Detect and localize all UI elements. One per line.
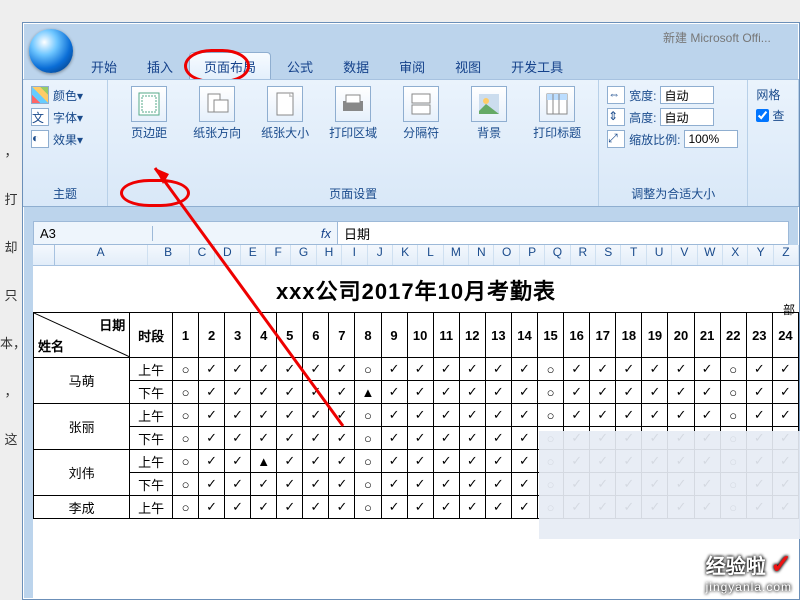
gridlines-title: 网格	[756, 84, 790, 105]
tab-formulas[interactable]: 公式	[273, 53, 327, 79]
print-titles-button[interactable]: 打印标题	[528, 86, 586, 141]
fx-label[interactable]: fx	[153, 226, 337, 241]
theme-effects[interactable]: ◐效果▾	[31, 128, 99, 150]
margins-icon	[131, 86, 167, 122]
tab-insert[interactable]: 插入	[133, 53, 187, 79]
group-theme: 颜色▾ 文字体▾ ◐效果▾ 主题	[23, 80, 108, 206]
excel-window: 新建 Microsoft Offi... 开始 插入 页面布局 公式 数据 审阅…	[22, 22, 800, 600]
scale-icon: ⤢	[607, 130, 625, 148]
col-B[interactable]: B	[148, 245, 190, 265]
blur-overlay	[539, 431, 800, 539]
window-title: 新建 Microsoft Offi...	[663, 29, 771, 46]
sheet-subtitle-right: 部	[783, 301, 795, 318]
group-label-theme: 主题	[31, 183, 99, 204]
ribbon: 颜色▾ 文字体▾ ◐效果▾ 主题 页边距 纸张方向 纸张大小 打印区域 分隔符 …	[23, 79, 799, 207]
scale-input[interactable]	[684, 130, 738, 148]
sheet-title: xxx公司2017年10月考勤表	[33, 266, 799, 312]
width-icon: ⇔	[607, 86, 625, 104]
select-all-corner[interactable]	[33, 245, 55, 265]
background-icon	[471, 86, 507, 122]
column-headers: A B CDEFGHIJKLMNOPQRSTUVWXYZ	[33, 245, 799, 266]
worksheet[interactable]: A B CDEFGHIJKLMNOPQRSTUVWXYZ xxx公司2017年1…	[33, 245, 799, 599]
formula-bar: A3 fx 日期	[33, 221, 789, 245]
background-button[interactable]: 背景	[460, 86, 518, 141]
gridlines-view-checkbox[interactable]	[756, 109, 769, 122]
ribbon-tabs: 开始 插入 页面布局 公式 数据 审阅 视图 开发工具	[77, 51, 799, 79]
height-input[interactable]	[660, 108, 714, 126]
theme-colors[interactable]: 颜色▾	[31, 84, 99, 106]
orientation-button[interactable]: 纸张方向	[188, 86, 246, 141]
watermark: 经验啦 ✓ jingyanla.com	[706, 549, 792, 594]
tab-developer[interactable]: 开发工具	[497, 53, 577, 79]
print-area-icon	[335, 86, 371, 122]
tab-home[interactable]: 开始	[77, 53, 131, 79]
group-label-page-setup: 页面设置	[116, 183, 590, 204]
print-area-button[interactable]: 打印区域	[324, 86, 382, 141]
tab-view[interactable]: 视图	[441, 53, 495, 79]
width-input[interactable]	[660, 86, 714, 104]
margins-button[interactable]: 页边距	[120, 86, 178, 141]
size-icon	[267, 86, 303, 122]
name-box[interactable]: A3	[34, 226, 153, 241]
tab-data[interactable]: 数据	[329, 53, 383, 79]
tab-review[interactable]: 审阅	[385, 53, 439, 79]
breaks-button[interactable]: 分隔符	[392, 86, 450, 141]
theme-fonts[interactable]: 文字体▾	[31, 106, 99, 128]
orientation-icon	[199, 86, 235, 122]
col-A[interactable]: A	[55, 245, 148, 265]
group-scale: ⇔宽度: ⇕高度: ⤢缩放比例: 调整为合适大小	[599, 80, 748, 206]
print-titles-icon	[539, 86, 575, 122]
size-button[interactable]: 纸张大小	[256, 86, 314, 141]
cropped-article-text: ，打 却只 本， ，这	[0, 0, 22, 600]
office-button[interactable]	[29, 29, 73, 73]
group-page-setup: 页边距 纸张方向 纸张大小 打印区域 分隔符 背景 打印标题 页面设置	[108, 80, 599, 206]
tab-page-layout[interactable]: 页面布局	[189, 52, 271, 79]
formula-value[interactable]: 日期	[337, 222, 788, 244]
group-label-scale: 调整为合适大小	[607, 183, 739, 204]
height-icon: ⇕	[607, 108, 625, 126]
group-gridlines: 网格 查	[748, 80, 799, 206]
breaks-icon	[403, 86, 439, 122]
